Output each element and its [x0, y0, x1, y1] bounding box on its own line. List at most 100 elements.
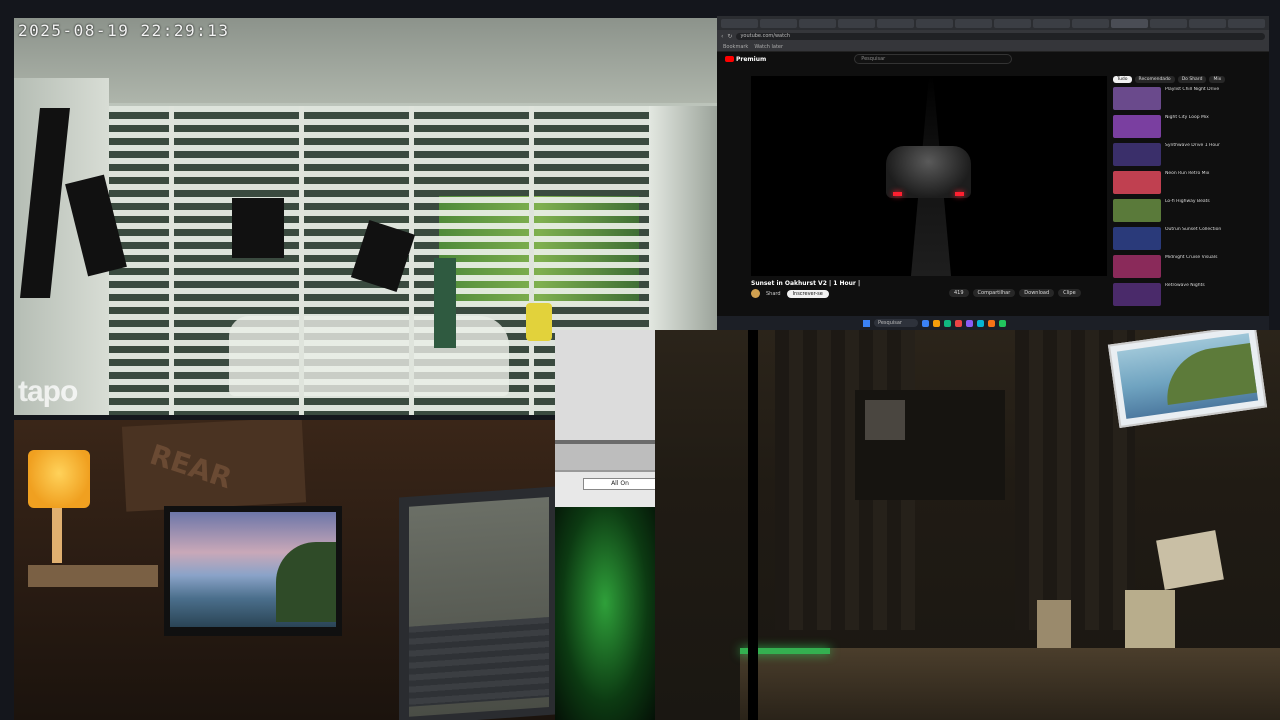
channel-row: Shard Inscrever-se: [751, 289, 829, 298]
browser-tab[interactable]: [1150, 18, 1187, 28]
tail-light: [955, 192, 964, 196]
browser-tab-active[interactable]: [1111, 18, 1148, 28]
youtube-logo[interactable]: Premium: [725, 56, 766, 63]
hanging-cloth: [434, 258, 456, 348]
browser-tab[interactable]: [916, 18, 953, 28]
island: [276, 542, 336, 622]
editor-timeline: [409, 616, 549, 707]
monitor-screen-beach: [170, 512, 336, 627]
recommendation-thumbnail[interactable]: [1113, 255, 1161, 278]
camera-timestamp: 2025-08-19 22:29:13: [18, 21, 230, 40]
bookmarks-bar: Bookmark Watch later: [717, 42, 1269, 52]
window-glow: [865, 400, 905, 440]
recommendation-title[interactable]: Retrowave Nights: [1165, 283, 1261, 308]
recommendation-title[interactable]: Outrun Sunset Collection: [1165, 227, 1261, 252]
video-actions: 419 Compartilhar Download Clipe: [949, 289, 1081, 297]
recommendation-thumbnail[interactable]: [1113, 171, 1161, 194]
browser-tab[interactable]: [1189, 18, 1226, 28]
browser-tab-bar[interactable]: [717, 16, 1269, 30]
taskbar-app-icon[interactable]: [977, 319, 984, 327]
browser-tab[interactable]: [721, 18, 758, 28]
recommendation-item[interactable]: Midnight Cruise Visuals: [1113, 255, 1265, 280]
recommendation-title[interactable]: Synthwave Drive 1 Hour: [1165, 143, 1261, 168]
all-on-button[interactable]: All On: [583, 478, 657, 490]
chip[interactable]: Mix: [1209, 76, 1226, 83]
browser-tab[interactable]: [994, 18, 1031, 28]
youtube-search-input[interactable]: Pesquisar: [854, 54, 1013, 64]
video-player[interactable]: [751, 76, 1107, 276]
taskbar-app-icon[interactable]: [966, 319, 973, 327]
like-button[interactable]: 419: [949, 289, 969, 297]
taskbar-app-icon[interactable]: [988, 319, 995, 327]
box: [1037, 600, 1071, 648]
chip[interactable]: Tudo: [1113, 76, 1132, 83]
table: [740, 648, 1280, 720]
back-arrow-icon[interactable]: ‹: [721, 33, 723, 40]
bookmark-item[interactable]: Watch later: [754, 44, 783, 50]
url-field[interactable]: youtube.com/watch: [736, 32, 1265, 40]
taskbar-app-icon[interactable]: [955, 319, 962, 327]
browser-tab[interactable]: [877, 18, 914, 28]
recommendation-thumbnail[interactable]: [1113, 87, 1161, 110]
taskbar-app-icon[interactable]: [944, 319, 951, 327]
clip-button[interactable]: Clipe: [1058, 289, 1081, 297]
channel-name[interactable]: Shard: [766, 291, 781, 297]
share-button[interactable]: Compartilhar: [972, 289, 1016, 297]
recommendation-thumbnail[interactable]: [1113, 115, 1161, 138]
shutter-post: [169, 106, 174, 415]
recommendation-item[interactable]: Playlist Chill Night Drive: [1113, 87, 1265, 112]
taskbar-app-icon[interactable]: [933, 319, 940, 327]
recommendation-item[interactable]: Lo-fi Highway Beats: [1113, 199, 1265, 224]
subscribe-button[interactable]: Inscrever-se: [786, 289, 829, 298]
hanging-cloth: [232, 198, 284, 258]
camera-feed-office: REAR: [14, 420, 555, 720]
taskbar-app-icon[interactable]: [999, 319, 1006, 327]
browser-tab[interactable]: [955, 18, 992, 28]
browser-tab[interactable]: [799, 18, 836, 28]
browser-tab[interactable]: [838, 18, 875, 28]
download-button[interactable]: Download: [1019, 289, 1055, 297]
recommendations-sidebar: Tudo Recomendado Do Shard Mix Playlist C…: [1113, 76, 1265, 321]
desk-item: [28, 565, 158, 587]
chip[interactable]: Do Shard: [1177, 76, 1207, 83]
youtube-logo-text: Premium: [736, 55, 767, 63]
recommendation-title[interactable]: Midnight Cruise Visuals: [1165, 255, 1261, 280]
youtube-play-icon: [725, 56, 734, 62]
shutter-post: [409, 106, 414, 415]
recommendation-thumbnail[interactable]: [1113, 283, 1161, 306]
windows-taskbar: Pesquisar: [717, 316, 1269, 330]
photo-hill: [1160, 342, 1257, 406]
filter-chips: Tudo Recomendado Do Shard Mix: [1113, 76, 1265, 83]
start-icon[interactable]: [863, 319, 870, 327]
recommendation-item[interactable]: Synthwave Drive 1 Hour: [1113, 143, 1265, 168]
taskbar-app-icon[interactable]: [922, 319, 929, 327]
browser-tab[interactable]: [760, 18, 797, 28]
monitor-editor: [399, 486, 555, 720]
bookmark-item[interactable]: Bookmark: [723, 44, 748, 50]
table-lamp: [28, 450, 90, 508]
recommendation-item[interactable]: Outrun Sunset Collection: [1113, 227, 1265, 252]
recommendation-title[interactable]: Playlist Chill Night Drive: [1165, 87, 1261, 112]
recommendation-thumbnail[interactable]: [1113, 143, 1161, 166]
channel-avatar[interactable]: [751, 289, 760, 298]
video-car: [886, 146, 971, 198]
box: [1125, 590, 1175, 648]
browser-tab[interactable]: [1228, 18, 1265, 28]
browser-tab[interactable]: [1033, 18, 1070, 28]
recommendation-item[interactable]: Night City Loop Mix: [1113, 115, 1265, 140]
recommendation-title[interactable]: Lo-fi Highway Beats: [1165, 199, 1261, 224]
recommendation-title[interactable]: Neon Run Retro Mix: [1165, 171, 1261, 196]
taskbar-search[interactable]: Pesquisar: [874, 319, 918, 327]
camera-brand-logo: tapo: [18, 375, 78, 408]
chip[interactable]: Recomendado: [1134, 76, 1175, 83]
recommendation-item[interactable]: Retrowave Nights: [1113, 283, 1265, 308]
recommendation-item[interactable]: Neon Run Retro Mix: [1113, 171, 1265, 196]
reload-icon[interactable]: ↻: [727, 33, 732, 40]
recommendation-title[interactable]: Night City Loop Mix: [1165, 115, 1261, 140]
browser-tab[interactable]: [1072, 18, 1109, 28]
recommendation-thumbnail[interactable]: [1113, 227, 1161, 250]
recommendation-list: Playlist Chill Night Drive Night City Loo…: [1113, 87, 1265, 308]
recommendation-thumbnail[interactable]: [1113, 199, 1161, 222]
tail-light: [893, 192, 902, 196]
green-light-projection: [555, 507, 655, 720]
